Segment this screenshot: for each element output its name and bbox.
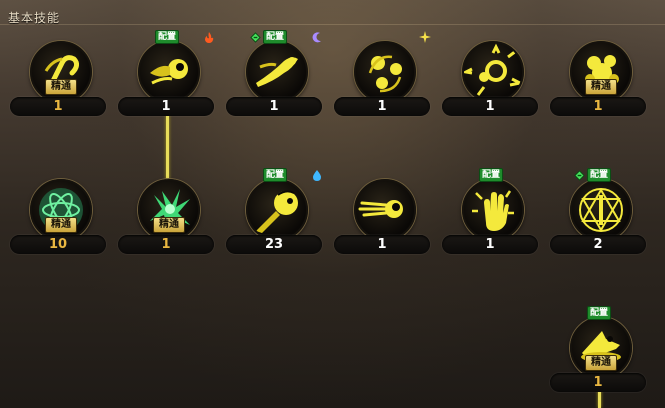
- skill-level: 1: [334, 97, 430, 116]
- skill-slot[interactable]: 精通 1: [113, 179, 223, 259]
- equip-indicator: 配置: [250, 30, 288, 44]
- equip-badge: 配置: [263, 30, 288, 44]
- dark-element-icon: [311, 31, 323, 43]
- skill-slot[interactable]: 配置 1: [221, 30, 331, 121]
- spirit-dash-icon[interactable]: [246, 41, 308, 103]
- equip-badge: 配置: [263, 168, 288, 182]
- skill-slot[interactable]: 配置 1: [113, 30, 223, 121]
- burst-ring-icon[interactable]: [462, 41, 524, 103]
- equip-badge: 配置: [155, 30, 180, 44]
- equip-indicator: 配置: [479, 168, 504, 182]
- light-element-icon: [419, 31, 431, 43]
- skill-level: 1: [442, 235, 538, 254]
- skill-level: 10: [10, 235, 106, 254]
- header-divider: [0, 24, 665, 25]
- skill-slot[interactable]: 配置 1: [437, 168, 547, 259]
- skill-level: 23: [226, 235, 322, 254]
- mastery-badge: 精通: [45, 217, 77, 233]
- skill-level: 1: [118, 235, 214, 254]
- skill-level: 1: [334, 235, 430, 254]
- skill-level: 1: [550, 97, 646, 116]
- equip-indicator: 配置: [574, 168, 612, 182]
- skill-slot[interactable]: 1: [329, 179, 439, 259]
- skill-level: 1: [10, 97, 106, 116]
- fire-element-icon: [203, 31, 215, 43]
- skill-slot[interactable]: 配置 23: [221, 168, 331, 259]
- water-element-icon: [311, 169, 323, 181]
- skill-level: 1: [118, 97, 214, 116]
- equip-badge: 配置: [587, 306, 612, 320]
- skill-level: 1: [226, 97, 322, 116]
- command-icon: [574, 169, 585, 181]
- equip-indicator: 配置: [587, 306, 612, 320]
- equip-indicator: 配置: [155, 30, 180, 44]
- equip-badge: 配置: [587, 168, 612, 182]
- skill-level: 1: [442, 97, 538, 116]
- equip-badge: 配置: [479, 168, 504, 182]
- magic-missile-icon[interactable]: [246, 179, 308, 241]
- palm-burst-icon[interactable]: [462, 179, 524, 241]
- mastery-badge: 精通: [585, 79, 617, 95]
- skill-slot[interactable]: 精通 配置 1: [545, 306, 655, 397]
- skill-slot[interactable]: 1: [437, 41, 547, 121]
- skill-link-line: [166, 115, 169, 183]
- skill-slot[interactable]: 配置 2: [545, 168, 655, 259]
- speed-shot-icon[interactable]: [354, 179, 416, 241]
- skill-level: 2: [550, 235, 646, 254]
- mastery-badge: 精通: [153, 217, 185, 233]
- equip-indicator: 配置: [263, 168, 288, 182]
- mastery-badge: 精通: [585, 355, 617, 371]
- skill-slot[interactable]: 1: [329, 31, 439, 121]
- triple-orb-icon[interactable]: [354, 41, 416, 103]
- mastery-badge: 精通: [45, 79, 77, 95]
- command-icon: [250, 31, 261, 43]
- skill-slot[interactable]: 精通 1: [545, 41, 655, 121]
- skill-level: 1: [550, 373, 646, 392]
- skill-slot[interactable]: 精通 1: [5, 41, 115, 121]
- magic-circle-icon[interactable]: [570, 179, 632, 241]
- fireball-icon[interactable]: [138, 41, 200, 103]
- skill-slot[interactable]: 精通 10: [5, 179, 115, 259]
